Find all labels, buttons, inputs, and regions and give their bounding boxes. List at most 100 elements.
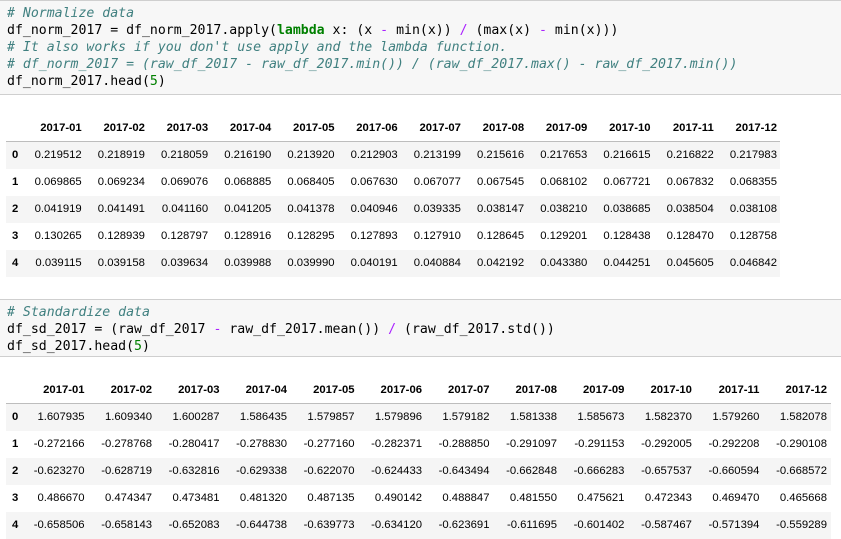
table-cell: 1.585673 [577,411,625,424]
column-header: 2017-12 [716,114,780,142]
table-cell: 0.481550 [509,492,557,504]
dataframe-standardized: 2017-01 2017-02 2017-03 2017-04 2017-05 2017-… [6,376,831,539]
row-index: 0 [12,411,19,424]
table-cell: 0.042192 [477,257,525,269]
column-header: 2017-09 [560,376,629,404]
code-text: df_norm_2017.head( [7,74,150,89]
table-cell: 0.039158 [97,257,145,269]
code-text: df_sd_2017.head( [7,339,135,354]
code-number: 5 [134,339,142,354]
column-header: 2017-05 [291,376,359,404]
table-cell: -0.660594 [708,465,760,477]
row-index: 3 [12,230,19,242]
table-cell: 0.475621 [577,492,625,504]
table-cell: -0.282371 [371,438,423,450]
column-header: 2017-01 [21,376,89,404]
code-text: df_sd_2017 = (raw_df_2017 [7,322,214,337]
table-cell: 0.216190 [224,149,272,162]
code-text: ) [142,339,150,354]
table-cell: 0.486670 [37,492,85,504]
table-cell: -0.277160 [303,438,355,450]
table-cell: 0.038685 [603,203,651,215]
table-cell: 0.128939 [97,230,145,242]
code-text: min(x))) [546,23,619,38]
table-cell: 0.068885 [224,176,272,188]
column-header: 2017-06 [337,114,401,142]
table-cell: 0.041378 [287,203,335,215]
table-cell: -0.628719 [101,465,153,477]
table-cell: 0.129201 [540,230,588,242]
row-index: 3 [12,492,19,504]
table-cell: -0.571394 [708,519,760,531]
table-cell: 0.481320 [239,492,288,504]
table-cell: -0.639773 [303,519,355,531]
table-cell: 0.469470 [712,492,760,504]
row-index: 2 [12,465,19,477]
table-cell: -0.622070 [303,465,355,477]
table-cell: 0.040191 [350,257,398,269]
table-cell: 0.216615 [603,149,651,162]
table-cell: -0.666283 [573,465,625,477]
table-cell: 0.472343 [644,492,692,504]
table-cell: 0.039990 [287,257,335,269]
code-comment: # Standardize data [7,305,150,320]
column-header: 2017-10 [590,114,654,142]
code-operator: / [388,322,397,337]
table-cell: 0.490142 [374,492,423,504]
table-row: 2 -0.623270 -0.628719 -0.632816 -0.629338 -0.… [6,457,831,485]
table-cell: 0.128758 [729,230,777,242]
code-text: x: (x [324,23,381,38]
index-header [6,376,22,404]
table-cell: 0.128645 [477,230,525,242]
table-cell: -0.280417 [168,438,220,450]
column-header: 2017-11 [653,114,717,142]
column-header: 2017-12 [763,376,831,404]
table-cell: -0.652083 [168,519,220,531]
table-cell: 0.127910 [413,230,461,242]
table-cell: 0.041160 [161,203,209,215]
table-cell: 1.582078 [779,411,827,424]
column-header: 2017-06 [358,376,427,404]
table-cell: 1.579260 [712,411,760,424]
table-cell: -0.623691 [438,519,490,531]
table-cell: 0.219512 [34,149,82,162]
row-index: 1 [12,176,19,188]
code-cell-standardize[interactable]: # Standardize data df_sd_2017 = (raw_df_… [0,299,841,357]
column-header: 2017-01 [21,114,85,142]
table-cell: 0.039634 [160,257,209,269]
table-cell: 1.579182 [442,411,490,424]
table-cell: 0.473481 [172,492,220,504]
table-cell: 1.586435 [239,411,288,424]
table-cell: 0.212903 [350,149,398,162]
table-cell: 1.582370 [644,411,692,424]
column-header: 2017-08 [493,376,561,404]
table-row: 3 0.130265 0.128939 0.128797 0.128916 0.12829… [6,223,780,250]
table-cell: 0.041919 [34,203,82,215]
code-cell-normalize[interactable]: # Normalize data df_norm_2017 = df_norm_… [0,0,841,95]
table-cell: -0.634120 [371,519,423,531]
table-cell: 1.579896 [374,411,423,424]
table-row: 1 -0.272166 -0.278768 -0.280417 -0.278830 -0.… [6,431,831,458]
table-cell: -0.662848 [506,465,557,477]
column-header: 2017-11 [695,376,764,404]
code-operator: - [539,23,547,38]
table-cell: 0.218919 [97,149,145,162]
table-cell: -0.611695 [506,519,557,531]
table-cell: 0.465668 [779,492,827,504]
row-index: 4 [12,519,19,531]
table-cell: 0.213920 [287,149,335,162]
table-cell: 0.039115 [35,257,82,269]
table-cell: -0.587467 [641,519,692,531]
table-cell: 0.128797 [160,230,209,242]
table-cell: 0.130265 [34,230,82,242]
table-cell: 1.609340 [104,411,153,424]
table-cell: 1.579857 [307,411,355,424]
row-index: 1 [12,438,19,450]
table-cell: -0.644738 [236,519,288,531]
table-cell: 0.040884 [413,257,461,269]
table-cell: -0.601402 [573,519,625,531]
table-cell: 0.068102 [540,176,588,188]
table-cell: 0.217653 [540,149,588,162]
table-row: 2 0.041919 0.041491 0.041160 0.041205 0.04137… [6,195,780,223]
column-header: 2017-04 [211,114,275,142]
